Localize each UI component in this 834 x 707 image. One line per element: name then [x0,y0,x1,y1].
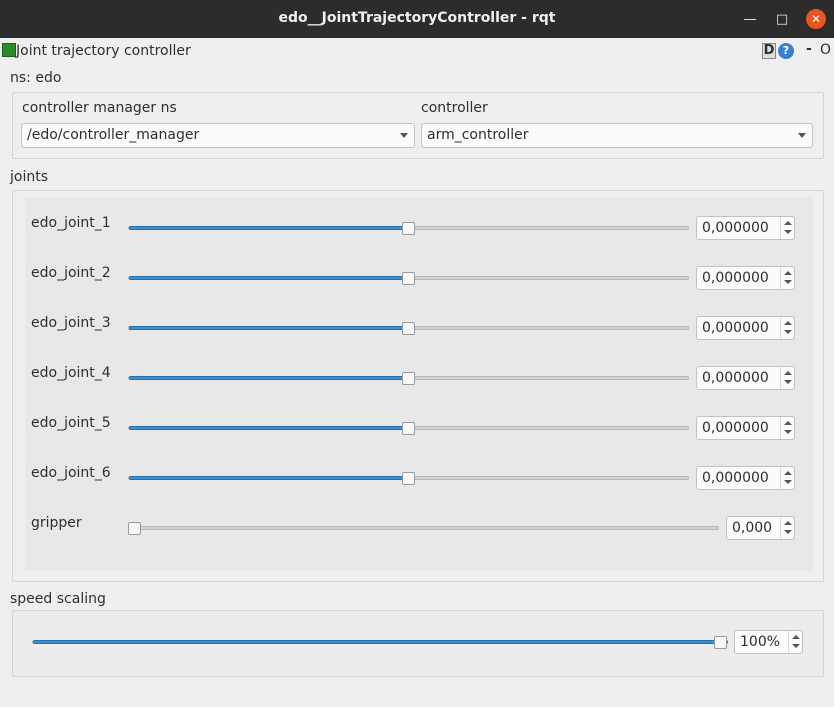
slider-fill [129,276,410,280]
minimize-icon[interactable]: — [740,9,760,29]
speed-scaling-value: 100% [740,634,781,650]
joint-value: 0,000000 [702,470,769,486]
controller-manager-label: controller manager ns [22,100,177,116]
joint-value-spinbox[interactable]: 0,000000 [696,416,795,440]
joint-value: 0,000000 [702,370,769,386]
joint-value: 0,000000 [702,220,769,236]
dock-button[interactable]: D [762,43,776,59]
plugin-header: Joint trajectory controller D ? - O [0,38,834,64]
namespace-label: ns: edo [10,70,62,86]
slider-handle[interactable] [402,472,415,485]
chevron-down-icon [798,133,806,138]
gripper-value: 0,000 [732,520,773,536]
slider-fill [33,640,728,644]
chevron-down-icon[interactable] [792,644,800,648]
controller-manager-value: /edo/controller_manager [27,127,200,143]
joint-value-spinbox[interactable]: 0,000000 [696,316,795,340]
joint-name-label: edo_joint_3 [31,315,111,331]
gripper-slider[interactable] [128,526,719,530]
chevron-up-icon[interactable] [784,371,792,375]
joint-name-label: edo_joint_1 [31,215,111,231]
window-titlebar: edo__JointTrajectoryController - rqt — □… [0,0,834,38]
chevron-down-icon[interactable] [784,280,792,284]
slider-fill [129,476,410,480]
joints-label: joints [10,169,49,185]
slider-handle[interactable] [402,222,415,235]
chevron-down-icon[interactable] [784,480,792,484]
trajectory-plot-icon [2,43,16,57]
slider-fill [129,326,410,330]
spin-buttons[interactable] [780,417,794,439]
chevron-down-icon[interactable] [784,380,792,384]
joint-name-label: edo_joint_6 [31,465,111,481]
slider-handle[interactable] [402,322,415,335]
slider-handle[interactable] [128,522,141,535]
chevron-up-icon[interactable] [784,321,792,325]
chevron-up-icon[interactable] [784,471,792,475]
spin-buttons[interactable] [788,631,802,653]
float-plugin-button[interactable]: O [820,42,831,58]
joint-value-spinbox[interactable]: 0,000000 [696,216,795,240]
spin-buttons[interactable] [780,517,794,539]
joint-name-label: edo_joint_4 [31,365,111,381]
chevron-up-icon[interactable] [784,421,792,425]
speed-scaling-slider[interactable] [32,640,728,644]
slider-handle[interactable] [402,422,415,435]
chevron-up-icon[interactable] [792,635,800,639]
chevron-down-icon[interactable] [784,530,792,534]
spin-buttons[interactable] [780,217,794,239]
slider-fill [129,426,410,430]
speed-scaling-label: speed scaling [10,591,106,607]
spin-buttons[interactable] [780,467,794,489]
joint-value-spinbox[interactable]: 0,000000 [696,266,795,290]
spin-buttons[interactable] [780,317,794,339]
joints-panel [25,197,813,571]
close-icon[interactable]: ✕ [806,9,826,29]
chevron-up-icon[interactable] [784,521,792,525]
slider-handle[interactable] [714,636,727,649]
slider-handle[interactable] [402,272,415,285]
chevron-down-icon[interactable] [784,230,792,234]
chevron-up-icon[interactable] [784,221,792,225]
slider-fill [129,376,410,380]
plugin-title: Joint trajectory controller [16,43,191,59]
joint-name-label: edo_joint_2 [31,265,111,281]
joint-value: 0,000000 [702,320,769,336]
minimize-plugin-button[interactable]: - [806,41,812,57]
spin-buttons[interactable] [780,367,794,389]
slider-fill [129,226,410,230]
joint-value-spinbox[interactable]: 0,000000 [696,466,795,490]
joint-value-spinbox[interactable]: 0,000000 [696,366,795,390]
chevron-down-icon[interactable] [784,430,792,434]
slider-handle[interactable] [402,372,415,385]
gripper-label: gripper [31,515,82,531]
speed-scaling-spinbox[interactable]: 100% [734,630,803,654]
chevron-down-icon [400,133,408,138]
gripper-value-spinbox[interactable]: 0,000 [726,516,795,540]
controller-value: arm_controller [427,127,529,143]
controller-label: controller [421,100,488,116]
chevron-up-icon[interactable] [784,271,792,275]
joint-value: 0,000000 [702,270,769,286]
controller-select[interactable]: arm_controller [421,123,813,148]
maximize-icon[interactable]: □ [772,9,792,29]
joint-value: 0,000000 [702,420,769,436]
help-icon[interactable]: ? [778,43,794,59]
joint-name-label: edo_joint_5 [31,415,111,431]
controller-manager-select[interactable]: /edo/controller_manager [21,123,415,148]
spin-buttons[interactable] [780,267,794,289]
window-title: edo__JointTrajectoryController - rqt [278,10,556,26]
chevron-down-icon[interactable] [784,330,792,334]
